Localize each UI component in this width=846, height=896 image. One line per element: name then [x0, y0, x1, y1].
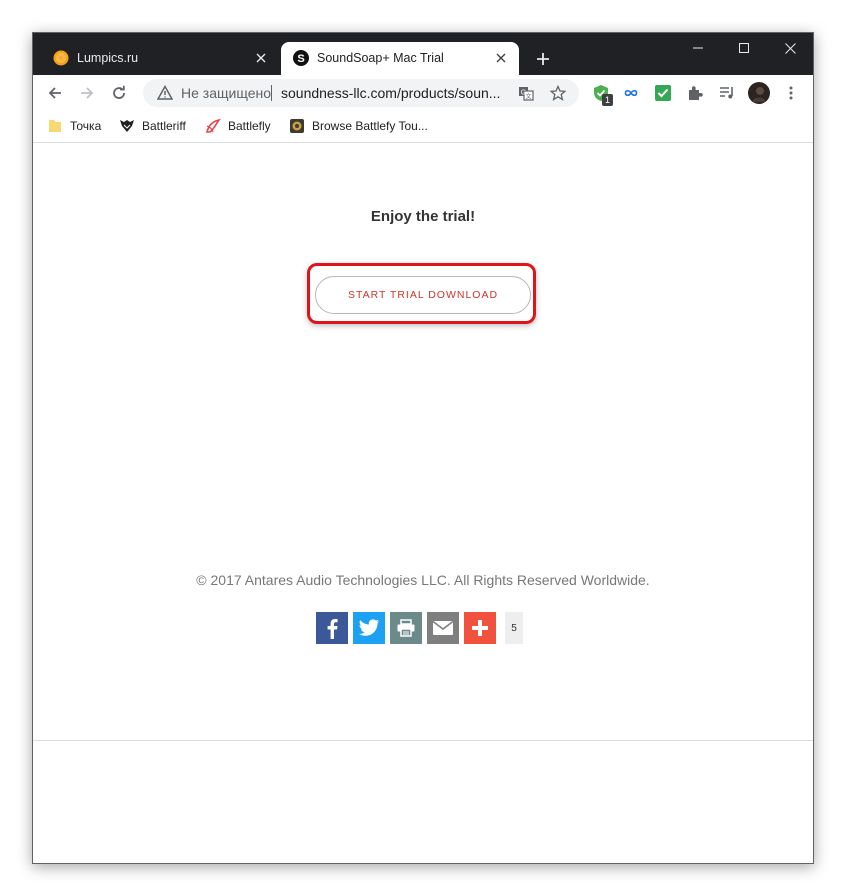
twitter-icon [358, 619, 380, 637]
bookmark-label: Battleriff [142, 119, 186, 133]
facebook-share-button[interactable] [316, 612, 348, 644]
battlefly-icon [205, 118, 221, 134]
browser-window: Lumpics.ru S SoundSoap+ Mac Trial Не защ… [32, 32, 814, 864]
address-bar[interactable]: Не защищено soundness-llc.com/products/s… [143, 79, 579, 107]
page-heading: Enjoy the trial! [370, 208, 476, 225]
bookmark-browse-battlefy[interactable]: Browse Battlefy Tou... [289, 118, 428, 134]
bookmark-folder-tochka[interactable]: Точка [47, 118, 101, 134]
bookmark-label: Точка [70, 119, 102, 133]
back-arrow-icon [48, 87, 61, 99]
footer-divider [33, 740, 813, 741]
toolbar: Не защищено soundness-llc.com/products/s… [33, 75, 813, 111]
forward-arrow-icon [81, 87, 94, 99]
green-check-icon [655, 85, 671, 101]
folder-icon [47, 118, 63, 134]
profile-button[interactable] [747, 81, 771, 105]
avatar [748, 82, 770, 104]
add-share-button[interactable] [464, 612, 496, 644]
svg-text:文: 文 [525, 93, 531, 101]
tab-title: SoundSoap+ Mac Trial [317, 51, 444, 65]
infinity-icon [624, 89, 638, 97]
checkbox-extension-button[interactable] [651, 81, 675, 105]
print-share-button[interactable] [390, 612, 422, 644]
bookmark-star-icon[interactable] [547, 82, 569, 104]
svg-text:S: S [297, 53, 304, 65]
security-label: Не защищено [181, 85, 271, 101]
address-separator [271, 85, 272, 101]
close-tab-icon[interactable] [491, 48, 511, 68]
tab-title: Lumpics.ru [77, 51, 139, 65]
email-icon [432, 620, 454, 636]
battleriff-icon [119, 118, 135, 134]
email-share-button[interactable] [427, 612, 459, 644]
bookmark-label: Browse Battlefy Tou... [312, 119, 428, 133]
page-content: Enjoy the trial! START TRIAL DOWNLOAD © … [33, 144, 813, 863]
reload-button[interactable] [107, 81, 131, 105]
new-tab-button[interactable] [531, 47, 555, 71]
warning-icon [157, 85, 173, 101]
add-icon [471, 619, 489, 637]
twitter-share-button[interactable] [353, 612, 385, 644]
orange-icon [53, 50, 69, 66]
bookmark-label: Battlefly [228, 119, 271, 133]
maximize-button[interactable] [721, 33, 767, 63]
translate-icon[interactable]: G文 [515, 82, 537, 104]
extension-badge: 1 [602, 94, 614, 106]
close-window-button[interactable] [767, 33, 813, 63]
tab-strip: Lumpics.ru S SoundSoap+ Mac Trial [33, 33, 813, 75]
print-icon [396, 619, 416, 637]
reload-icon [113, 85, 125, 99]
close-tab-icon[interactable] [251, 48, 271, 68]
url-text[interactable]: soundness-llc.com/products/soun... [281, 85, 511, 101]
copyright-text: © 2017 Antares Audio Technologies LLC. A… [196, 572, 650, 588]
menu-button[interactable] [779, 81, 803, 105]
puzzle-icon [689, 86, 703, 100]
back-button[interactable] [43, 81, 67, 105]
s-logo-icon: S [293, 50, 309, 66]
media-control-button[interactable] [715, 81, 739, 105]
battlefy-icon [289, 118, 305, 134]
playlist-music-icon [720, 87, 733, 99]
forward-button[interactable] [75, 81, 99, 105]
tab-lumpics[interactable]: Lumpics.ru [41, 42, 279, 75]
kebab-menu-icon [789, 86, 793, 100]
bookmarks-bar: Точка Battleriff Battlefly Browse Battle… [33, 111, 813, 143]
extensions-button[interactable] [683, 81, 707, 105]
share-count-badge: 5 [505, 612, 523, 644]
bookmark-battlefly[interactable]: Battlefly [205, 118, 271, 134]
tab-soundsoap[interactable]: S SoundSoap+ Mac Trial [281, 42, 519, 75]
shield-icon: 1 [592, 84, 614, 106]
minimize-button[interactable] [675, 33, 721, 63]
bookmark-battleriff[interactable]: Battleriff [119, 118, 186, 134]
shield-extension-button[interactable]: 1 [589, 81, 614, 106]
start-trial-download-button[interactable]: START TRIAL DOWNLOAD [315, 276, 531, 314]
security-indicator[interactable]: Не защищено [157, 85, 271, 101]
infinity-extension-button[interactable] [619, 81, 643, 105]
facebook-icon [323, 617, 341, 639]
